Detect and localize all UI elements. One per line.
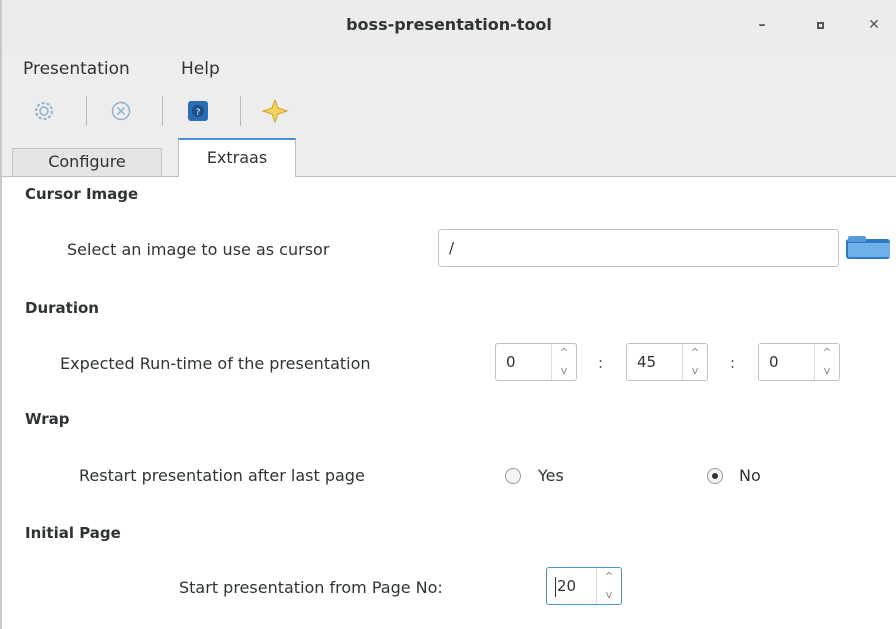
tab-bar: Configure Extraas (2, 136, 896, 177)
time-separator: : (730, 354, 736, 372)
spin-arrows: ^ v (551, 344, 576, 380)
increment-icon[interactable]: ^ (815, 344, 839, 362)
decrement-icon[interactable]: v (597, 586, 621, 604)
wrap-heading: Wrap (25, 410, 70, 428)
menu-help[interactable]: Help (181, 59, 220, 79)
maximize-button[interactable] (808, 13, 832, 37)
tab-extraas[interactable]: Extraas (178, 138, 296, 177)
decrement-icon[interactable]: v (683, 362, 707, 380)
decrement-icon[interactable]: v (815, 362, 839, 380)
radio-selected-dot (712, 473, 718, 479)
spin-arrows: ^ v (682, 344, 707, 380)
folder-icon[interactable] (844, 233, 892, 263)
wrap-label: Restart presentation after last page (79, 466, 365, 485)
cursor-image-label: Select an image to use as cursor (67, 240, 330, 259)
spin-arrows: ^ v (596, 568, 621, 604)
title-bar[interactable]: boss-presentation-tool – ✕ (2, 0, 896, 51)
help-icon[interactable]: ? (185, 98, 211, 124)
wrap-yes-radio[interactable] (505, 468, 521, 484)
toolbar-separator (86, 96, 87, 126)
time-separator: : (598, 354, 604, 372)
extraas-panel: Cursor Image Select an image to use as c… (2, 177, 896, 629)
wrap-no-label[interactable]: No (739, 466, 761, 485)
close-circle-icon[interactable] (108, 98, 134, 124)
toolbar-separator (162, 96, 163, 126)
start-page-spinbutton[interactable]: 20 ^ v (546, 567, 622, 605)
increment-icon[interactable]: ^ (552, 344, 576, 362)
menu-bar: Presentation Help (2, 50, 896, 88)
cursor-image-heading: Cursor Image (25, 185, 139, 203)
star-icon[interactable] (261, 98, 289, 124)
menu-presentation[interactable]: Presentation (23, 59, 130, 79)
spin-arrows: ^ v (814, 344, 839, 380)
close-button[interactable]: ✕ (862, 13, 886, 37)
initial-page-heading: Initial Page (25, 524, 121, 542)
maximize-icon (816, 22, 824, 29)
seconds-spinbutton[interactable]: 0 ^ v (758, 343, 840, 381)
increment-icon[interactable]: ^ (597, 568, 621, 586)
toolbar-separator (240, 96, 241, 126)
hours-spinbutton[interactable]: 0 ^ v (495, 343, 577, 381)
minutes-value: 45 (637, 353, 657, 371)
wrap-no-radio[interactable] (707, 468, 723, 484)
text-caret (555, 577, 556, 597)
svg-text:?: ? (196, 108, 201, 118)
tab-configure[interactable]: Configure (12, 148, 162, 176)
seconds-value: 0 (769, 353, 779, 371)
app-window: boss-presentation-tool – ✕ Presentation … (0, 0, 896, 629)
initial-page-label: Start presentation from Page No: (179, 578, 443, 597)
duration-heading: Duration (25, 299, 99, 317)
hours-value: 0 (506, 353, 516, 371)
wrap-yes-label[interactable]: Yes (538, 466, 564, 485)
duration-label: Expected Run-time of the presentation (60, 354, 371, 373)
start-page-value: 20 (557, 577, 577, 595)
decrement-icon[interactable]: v (552, 362, 576, 380)
minutes-spinbutton[interactable]: 45 ^ v (626, 343, 708, 381)
minimize-button[interactable]: – (750, 13, 774, 37)
cursor-image-path-input[interactable]: / (438, 229, 839, 267)
increment-icon[interactable]: ^ (683, 344, 707, 362)
gear-icon[interactable] (31, 98, 57, 124)
toolbar: ? (2, 88, 896, 136)
